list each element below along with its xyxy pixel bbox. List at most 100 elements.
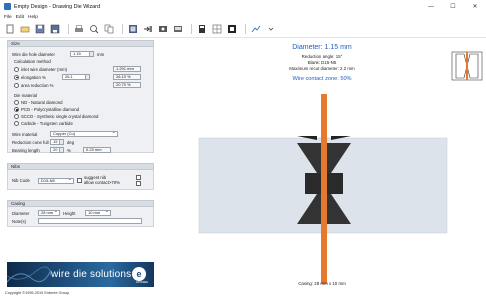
view-icon[interactable]: [172, 24, 183, 35]
nib-code-label: Nib Code: [12, 178, 30, 183]
menu-file[interactable]: File: [4, 15, 12, 20]
wire-die-hole-diameter-input[interactable]: 1.15: [70, 51, 90, 57]
casing-size-text: Casing: 28 mm x 10 mm: [298, 281, 346, 286]
notes-input[interactable]: [38, 218, 142, 224]
inlet-wire-diameter-result: 1.291 mm: [113, 66, 141, 72]
elongation-input[interactable]: 26.1: [62, 74, 86, 80]
nib-option-checkbox-2[interactable]: [135, 181, 141, 186]
help-icon[interactable]: [226, 24, 237, 35]
diameter-spinner[interactable]: [90, 51, 94, 57]
menu-bar: File Edit Help: [0, 13, 486, 21]
nibs-section: Nib Code D15-N5 suggest nib allow contac…: [7, 170, 154, 190]
elongation-label: elongation %: [21, 74, 46, 80]
import-icon[interactable]: [142, 24, 153, 35]
nib-options-labels: suggest nib allow contact>70%: [84, 175, 120, 185]
reduction-cone-unit: deg: [67, 139, 75, 145]
max-recut-text: Maximum recut diameter: 2.2 mm: [289, 66, 355, 71]
chevron-down-icon[interactable]: [265, 24, 276, 35]
casing-diameter-select[interactable]: 28 mm: [38, 209, 60, 216]
casing-section-header: Casing: [7, 200, 154, 207]
die-material-option-nd: ND - Natural diamond: [21, 100, 63, 105]
info-icon[interactable]: [250, 24, 261, 35]
wire-spool-graphic: [7, 266, 51, 283]
menu-help[interactable]: Help: [28, 15, 38, 20]
die-material-radio-carbide[interactable]: [14, 121, 19, 126]
settings-icon[interactable]: [157, 24, 168, 35]
reduction-cone-spinner[interactable]: [60, 139, 64, 145]
menu-edit[interactable]: Edit: [16, 15, 24, 20]
notes-label: Note(s): [12, 218, 27, 224]
new-icon[interactable]: [4, 24, 15, 35]
inlet-wire-diameter-radio[interactable]: [14, 66, 19, 72]
app-icon: [4, 3, 11, 10]
tool-icon[interactable]: [196, 24, 207, 35]
banner-text: wire die solutions: [51, 269, 132, 280]
copyright-text: Copyright ©1999-2019 Enteree Group: [5, 291, 70, 295]
casing-section: Diameter 28 mm Height 10 mm Note(s): [7, 207, 154, 227]
enteree-logo-sub: ENTEREE: [136, 281, 148, 284]
allow-contact-label: allow contact>70%: [84, 179, 120, 185]
calc-method-label: Calculation method: [14, 59, 51, 64]
save-icon[interactable]: [34, 24, 45, 35]
die-material-option-sccd: SCCD - Synthetic single crystal diamond: [21, 114, 99, 119]
close-button[interactable]: ✕: [464, 0, 486, 13]
size-section: Wire die hole diameter 1.15 mm Calculati…: [7, 47, 154, 153]
casing-height-select[interactable]: 10 mm: [85, 209, 111, 216]
toolbar: [0, 21, 486, 38]
die-material-radio-sccd[interactable]: [14, 114, 19, 119]
elongation-spinner[interactable]: [86, 74, 90, 80]
settings-panel: Size Wire die hole diameter 1.15 mm Calc…: [7, 40, 154, 286]
nib-code-select[interactable]: D15-N5: [38, 177, 74, 184]
brand-banner: wire die solutions e ENTEREE: [7, 262, 154, 287]
suggest-nib-checkbox[interactable]: [77, 178, 82, 183]
wire-material-select[interactable]: Copper (Cu): [50, 130, 118, 137]
wire-material-label: Wire material: [12, 131, 38, 137]
print-icon[interactable]: [73, 24, 84, 35]
area-reduction-result: 20.70 %: [113, 82, 141, 88]
area-reduction-radio[interactable]: [14, 82, 19, 88]
nib-option-checkbox-1[interactable]: [135, 175, 141, 180]
bearing-length-spinner[interactable]: [60, 147, 64, 153]
open-icon[interactable]: [19, 24, 30, 35]
grid-icon[interactable]: [211, 24, 222, 35]
window-controls: — ☐ ✕: [420, 0, 486, 13]
nibs-section-header: Nibs: [7, 163, 154, 170]
blank-text: Blank: D15-N5: [307, 60, 337, 65]
wire-die-hole-diameter-label: Wire die hole diameter: [12, 51, 55, 57]
maximize-button[interactable]: ☐: [442, 0, 464, 13]
enteree-logo: e: [132, 267, 146, 281]
title-bar: Empty Design - Drawing Die Wizard — ☐ ✕: [0, 0, 486, 13]
diameter-unit: mm: [97, 51, 105, 57]
casing-height-label: Height: [63, 210, 76, 216]
die-material-option-carbide: Carbide - Tungsten carbide: [21, 121, 73, 126]
die-material-radio-pcd[interactable]: [14, 107, 19, 112]
diameter-title: Diameter: 1.15 mm: [292, 44, 352, 51]
minimize-button[interactable]: —: [420, 0, 442, 13]
export-icon[interactable]: [127, 24, 138, 35]
casing-diameter-label: Diameter: [12, 210, 30, 216]
toolbar-separator: [245, 24, 246, 34]
copy-icon[interactable]: [103, 24, 114, 35]
toolbar-separator: [191, 24, 192, 34]
reduction-cone-label: Reduction cone full angle: [12, 139, 61, 145]
size-section-header: Size: [7, 40, 154, 47]
die-material-option-pcd: PCD - Polycrystalline diamond: [21, 107, 80, 112]
elongation-radio[interactable]: [14, 74, 19, 80]
toolbar-separator: [68, 24, 69, 34]
reduction-cone-input[interactable]: 15: [50, 139, 60, 145]
window-title: Empty Design - Drawing Die Wizard: [14, 3, 100, 10]
contact-zone-text: Wire contact zone: 50%: [292, 76, 352, 82]
area-reduction-label: area reduction %: [21, 82, 54, 88]
elongation-result: 26.10 %: [113, 74, 141, 80]
toolbar-separator: [122, 24, 123, 34]
bearing-length-result: 0.23 mm: [83, 147, 111, 153]
bearing-length-unit: %: [67, 147, 71, 153]
print-preview-icon[interactable]: [88, 24, 99, 35]
save-as-icon[interactable]: [49, 24, 60, 35]
wire-shape: [321, 94, 327, 284]
bearing-length-label: Bearing length: [12, 147, 40, 153]
reduction-angle-text: Reduction angle: 15°: [301, 54, 343, 59]
inlet-wire-diameter-label: inlet wire diameter (mm): [21, 66, 68, 72]
bearing-length-input[interactable]: 20: [50, 147, 60, 153]
die-material-radio-nd[interactable]: [14, 100, 19, 105]
